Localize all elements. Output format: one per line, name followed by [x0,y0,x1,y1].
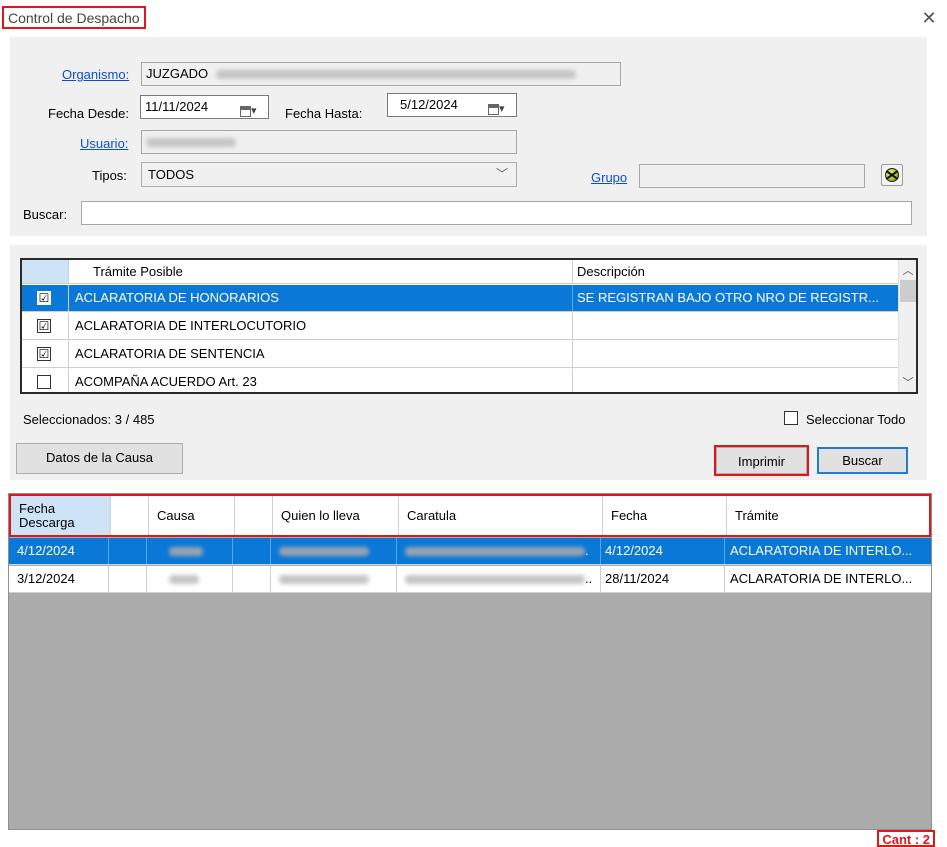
row-checkbox[interactable]: ☑ [37,347,51,361]
cell-causa [147,566,233,592]
cell-tramite: ACLARATORIA DE INTERLO... [730,571,913,586]
buscar-input[interactable] [81,201,912,225]
fecha-hasta-picker[interactable]: 5/12/2024 ▾ [387,93,517,117]
results-grid[interactable]: Fecha Descarga Causa Quien lo lleva Cara… [8,493,932,830]
results-header: Fecha Descarga Causa Quien lo lleva Cara… [9,494,931,537]
tramite-desc [573,341,898,367]
fecha-hasta-value: 5/12/2024 [400,97,458,112]
selected-count: Seleccionados: 3 / 485 [23,412,155,427]
organismo-field: JUZGADO [141,62,621,86]
header-fecha-descarga[interactable]: Fecha Descarga [11,496,111,535]
header-blank-1[interactable] [111,496,149,535]
tramite-row[interactable]: ☑ ACLARATORIA DE HONORARIOS SE REGISTRAN… [22,285,898,312]
group-search-icon[interactable] [881,164,903,186]
chevron-down-icon: ﹀ [495,167,508,181]
tramite-row[interactable]: ☑ ACLARATORIA DE INTERLOCUTORIO [22,313,898,340]
cell-fecha-descarga: 4/12/2024 [9,538,109,564]
scroll-down-icon[interactable]: ﹀ [899,374,916,390]
tramite-name: ACLARATORIA DE SENTENCIA [69,341,573,367]
cell-fecha-descarga: 3/12/2024 [9,566,109,592]
organismo-value: JUZGADO [146,66,209,81]
cell-causa [147,538,233,564]
cell-tramite: ACLARATORIA DE INTERLO... [730,543,913,558]
tramite-desc: SE REGISTRAN BAJO OTRO NRO DE REGISTR... [577,290,879,305]
fecha-desde-label: Fecha Desde: [48,106,129,121]
imprimir-button[interactable]: Imprimir [714,445,809,476]
fecha-desde-value: 11/11/2024 [145,99,209,114]
fecha-desde-picker[interactable]: 11/11/2024 ▾ [140,95,269,119]
row-checkbox[interactable] [37,375,51,389]
tramite-name: ACLARATORIA DE HONORARIOS [69,285,573,311]
tramite-row[interactable]: ☑ ACLARATORIA DE SENTENCIA [22,341,898,368]
buscar-label: Buscar: [23,207,68,222]
cell-caratula: .. [397,566,601,592]
close-icon[interactable]: ✕ [919,8,939,28]
cell-quien-lo-lleva [271,566,397,592]
organismo-link[interactable]: Organismo: [62,67,129,82]
header-tramite-posible[interactable]: Trámite Posible [69,260,573,283]
usuario-field [141,130,517,154]
tramite-desc [573,369,898,392]
header-caratula[interactable]: Caratula [399,496,603,535]
tipos-combobox[interactable]: TODOS ﹀ [141,162,517,187]
tramites-header: Trámite Posible Descripción [22,260,898,284]
scroll-up-icon[interactable]: ︿ [899,262,916,278]
buscar-button[interactable]: Buscar [817,447,908,474]
header-blank-2[interactable] [235,496,273,535]
grupo-field [639,164,865,188]
tramite-name: ACOMPAÑA ACUERDO Art. 23 [69,369,573,392]
result-row[interactable]: 4/12/2024 . 4/12/2024 ACLARATORIA DE INT… [9,538,931,565]
fecha-hasta-label: Fecha Hasta: [285,106,363,121]
usuario-link[interactable]: Usuario: [80,136,128,151]
redacted-text [146,138,236,148]
result-count: Cant : 2 [877,830,935,847]
cell-quien-lo-lleva [271,538,397,564]
calendar-icon[interactable]: ▾ [488,98,510,115]
cell-blank [109,538,147,564]
header-fecha[interactable]: Fecha [603,496,727,535]
redacted-text [215,70,576,80]
tipos-label: Tipos: [92,168,127,183]
select-all-checkbox[interactable] [784,411,798,425]
tramite-desc [573,313,898,339]
cell-blank [109,566,147,592]
header-descripcion[interactable]: Descripción [573,260,898,283]
cell-caratula: . [397,538,601,564]
datos-causa-button[interactable]: Datos de la Causa [16,443,183,474]
cell-fecha: 4/12/2024 [601,538,725,564]
tramites-grid[interactable]: Trámite Posible Descripción ☑ ACLARATORI… [20,258,918,394]
row-checkbox[interactable]: ☑ [37,319,51,333]
tramite-name: ACLARATORIA DE INTERLOCUTORIO [69,313,573,339]
result-row[interactable]: 3/12/2024 .. 28/11/2024 ACLARATORIA DE I… [9,566,931,593]
cell-fecha: 28/11/2024 [601,566,725,592]
tramite-row[interactable]: ACOMPAÑA ACUERDO Art. 23 [22,369,898,392]
header-tramite[interactable]: Trámite [727,496,931,535]
header-select-column [22,260,69,283]
cell-blank [233,566,271,592]
row-checkbox[interactable]: ☑ [37,291,51,305]
scroll-thumb[interactable] [900,280,916,302]
header-causa[interactable]: Causa [149,496,235,535]
tipos-value: TODOS [148,167,194,182]
window-title: Control de Despacho [2,6,146,29]
select-all-label[interactable]: Seleccionar Todo [806,412,906,427]
cell-blank [233,538,271,564]
header-quien-lo-lleva[interactable]: Quien lo lleva [273,496,399,535]
grupo-link[interactable]: Grupo [591,170,627,185]
calendar-icon[interactable]: ▾ [240,100,262,117]
tramites-scrollbar[interactable]: ︿ ﹀ [898,260,916,392]
